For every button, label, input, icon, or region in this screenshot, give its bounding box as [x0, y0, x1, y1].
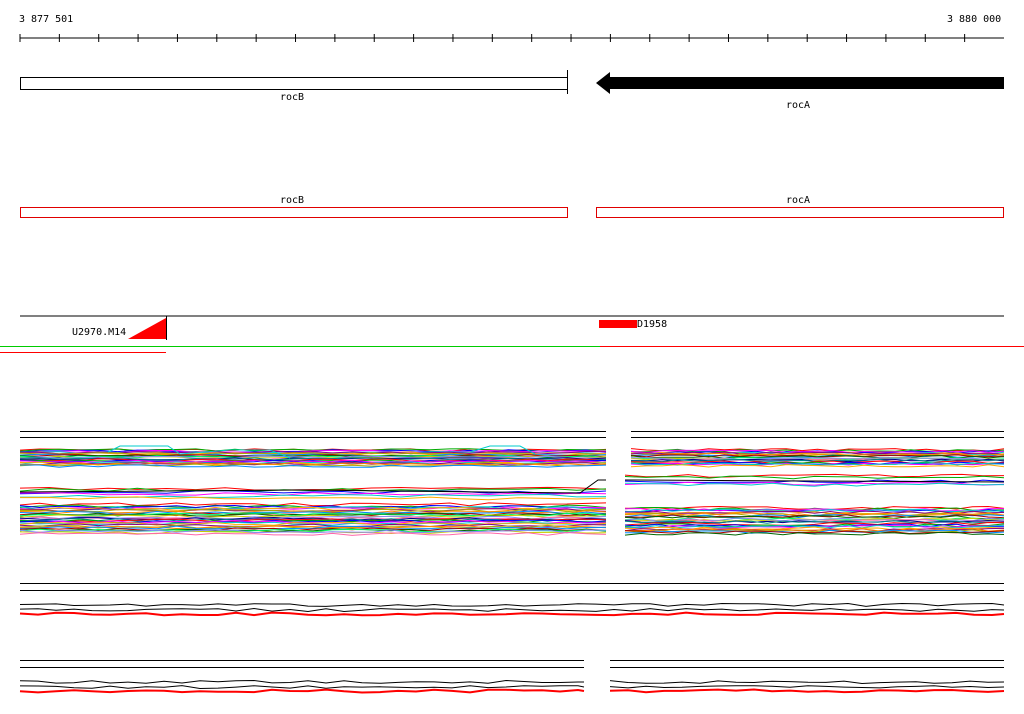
- genome-browser-viewport[interactable]: 3 877 501 3 880 000 rocB rocA rocB rocA …: [0, 0, 1024, 714]
- expression-pair-line: [19, 685, 585, 690]
- expression-pair-line: [609, 688, 1005, 694]
- gene-rocA-reverse-arrow[interactable]: [596, 72, 1004, 94]
- expression-profile-line: [19, 496, 607, 501]
- expression-pair-track-2: [19, 660, 1005, 694]
- expression-pair-line: [19, 607, 1005, 613]
- expression-pair-line: [609, 680, 1005, 685]
- gene-rocA-outline[interactable]: [596, 207, 1004, 218]
- gene-rocB-forward[interactable]: [20, 77, 568, 90]
- coordinate-ruler: [19, 34, 1004, 42]
- expression-pair-track-1: [19, 583, 1005, 617]
- expression-pair-line: [609, 685, 1005, 689]
- gene-rocB-outline[interactable]: [20, 207, 568, 218]
- expression-pair-line: [19, 688, 585, 694]
- expression-pair-line: [19, 679, 584, 684]
- feature-U2970-M14-marker[interactable]: [128, 318, 166, 339]
- feature-D1958-marker[interactable]: [599, 320, 637, 328]
- genome-track-canvas: [0, 34, 1024, 694]
- expression-profile-line: [624, 475, 1005, 480]
- expression-profile-track: [19, 431, 1005, 536]
- expression-pair-line: [19, 602, 1005, 607]
- expression-pair-line: [19, 611, 1005, 617]
